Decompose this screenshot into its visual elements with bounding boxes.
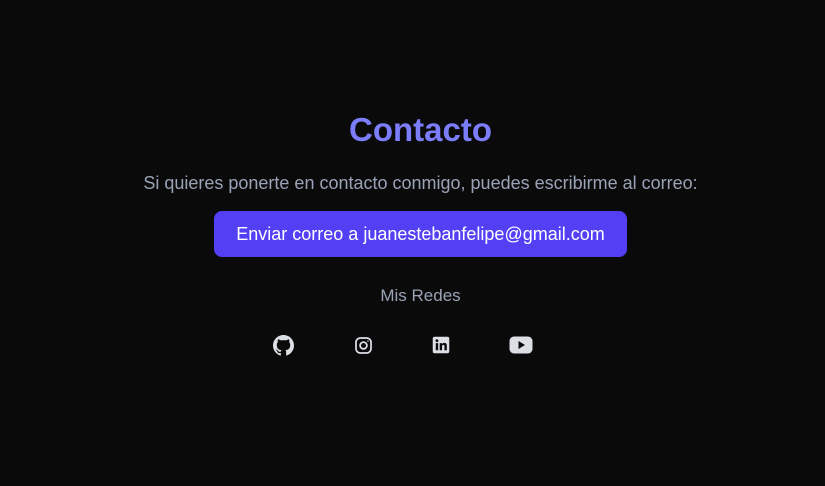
socials-title: Mis Redes — [380, 286, 461, 305]
youtube-icon — [509, 336, 533, 354]
youtube-link[interactable] — [509, 333, 533, 357]
contact-section: Contacto Si quieres ponerte en contacto … — [0, 0, 825, 486]
page-title: Contacto — [349, 111, 492, 148]
github-link[interactable] — [271, 333, 295, 357]
contact-description: Si quieres ponerte en contacto conmigo, … — [143, 173, 698, 193]
instagram-link[interactable] — [351, 333, 375, 357]
send-email-button[interactable]: Enviar correo a juanestebanfelipe@gmail.… — [214, 211, 627, 257]
instagram-icon — [354, 336, 372, 354]
github-icon — [272, 334, 294, 355]
linkedin-link[interactable] — [429, 333, 453, 357]
linkedin-icon — [432, 336, 450, 354]
